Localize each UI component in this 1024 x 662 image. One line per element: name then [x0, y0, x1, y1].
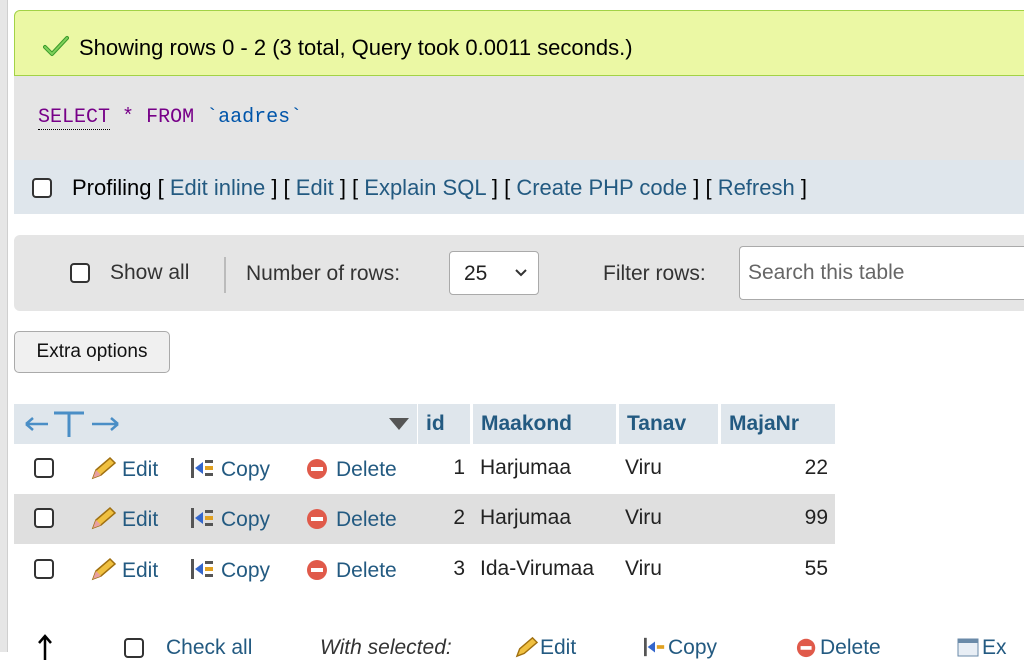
sql-star: *	[122, 106, 135, 129]
row-checkbox[interactable]	[34, 559, 54, 579]
left-panel-border	[7, 0, 8, 652]
pencil-icon	[91, 506, 117, 530]
cell-majanr[interactable]: 99	[721, 506, 828, 530]
edit-link[interactable]: Edit	[296, 175, 334, 200]
cell-tanav[interactable]: Viru	[625, 456, 662, 480]
pencil-icon	[91, 557, 117, 581]
number-of-rows-select[interactable]: 25	[449, 251, 539, 295]
pencil-icon	[91, 456, 117, 480]
table-row: Edit Copy Delete 3 Ida-Virumaa Viru 55	[14, 545, 835, 595]
success-message-text: Showing rows 0 - 2 (3 total, Query took …	[79, 35, 633, 60]
bulk-actions-bar: Check all With selected: Edit Copy Delet…	[14, 632, 1024, 662]
filter-rows-label: Filter rows:	[603, 262, 706, 285]
query-options-bar: Profiling [ Edit inline ] [ Edit ] [ Exp…	[14, 160, 1024, 214]
checkmark-icon	[43, 36, 69, 56]
row-delete-button[interactable]: Delete	[304, 557, 397, 583]
show-all-checkbox[interactable]	[70, 263, 90, 283]
cell-tanav[interactable]: Viru	[625, 506, 662, 530]
check-all-checkbox[interactable]	[124, 638, 144, 658]
row-checkbox[interactable]	[34, 508, 54, 528]
export-icon	[957, 638, 979, 657]
column-header-majanr[interactable]: MajaNr	[721, 404, 835, 444]
left-panel-edge	[0, 0, 7, 652]
nav-separator	[224, 257, 226, 293]
extra-options-button[interactable]: Extra options	[14, 331, 170, 373]
delete-icon	[307, 509, 327, 529]
search-table-input[interactable]	[739, 246, 1024, 300]
cell-id[interactable]: 3	[418, 557, 465, 581]
chevron-down-icon	[515, 269, 527, 277]
sql-table-name: `aadres`	[206, 106, 303, 129]
table-navigation-bar: Show all Number of rows: 25 Filter rows:	[14, 235, 1024, 311]
column-header-id[interactable]: id	[418, 404, 470, 444]
arrow-up-icon	[38, 634, 52, 660]
query-links: Profiling [ Edit inline ] [ Edit ] [ Exp…	[72, 175, 807, 200]
cell-id[interactable]: 1	[418, 456, 465, 480]
table-row: Edit Copy Delete 1 Harjumaa Viru 22	[14, 444, 835, 494]
header-actions-cell	[14, 404, 417, 444]
bulk-delete-button[interactable]: Delete	[794, 636, 881, 660]
show-all-label[interactable]: Show all	[110, 261, 189, 285]
edit-inline-link[interactable]: Edit inline	[170, 175, 265, 200]
row-copy-button[interactable]: Copy	[189, 557, 270, 583]
column-header-tanav[interactable]: Tanav	[619, 404, 718, 444]
number-of-rows-value: 25	[464, 262, 488, 285]
table-header: id Maakond Tanav MajaNr	[14, 404, 835, 444]
copy-insert-icon	[191, 508, 213, 528]
cell-maakond[interactable]: Ida-Virumaa	[480, 557, 594, 581]
row-edit-button[interactable]: Edit	[90, 506, 158, 532]
row-checkbox[interactable]	[34, 458, 54, 478]
cell-tanav[interactable]: Viru	[625, 557, 662, 581]
number-of-rows-label: Number of rows:	[246, 262, 401, 285]
sql-select-keyword[interactable]: SELECT	[38, 106, 111, 130]
check-all-link[interactable]: Check all	[166, 636, 252, 660]
row-edit-button[interactable]: Edit	[90, 456, 158, 482]
sql-query-box: SELECT * FROM `aadres`	[14, 76, 1024, 160]
with-selected-label: With selected:	[320, 636, 452, 659]
row-edit-button[interactable]: Edit	[90, 557, 158, 583]
row-copy-button[interactable]: Copy	[189, 456, 270, 482]
column-header-maakond[interactable]: Maakond	[473, 404, 616, 444]
bulk-edit-button[interactable]: Edit	[514, 636, 576, 660]
delete-icon	[307, 560, 327, 580]
cell-majanr[interactable]: 22	[721, 456, 828, 480]
delete-icon	[796, 638, 816, 658]
row-delete-button[interactable]: Delete	[304, 456, 397, 482]
create-php-code-link[interactable]: Create PHP code	[516, 175, 687, 200]
refresh-link[interactable]: Refresh	[718, 175, 795, 200]
column-arrows-icon[interactable]	[24, 410, 124, 438]
copy-insert-icon	[191, 559, 213, 579]
cell-maakond[interactable]: Harjumaa	[480, 456, 571, 480]
table-row: Edit Copy Delete 2 Harjumaa Viru 99	[14, 494, 835, 544]
pencil-icon	[515, 636, 539, 658]
delete-icon	[307, 459, 327, 479]
sql-query[interactable]: SELECT * FROM `aadres`	[38, 106, 303, 130]
profiling-checkbox[interactable]	[32, 178, 52, 198]
row-delete-button[interactable]: Delete	[304, 506, 397, 532]
sql-from-keyword: FROM	[146, 106, 195, 129]
copy-insert-icon	[644, 637, 665, 657]
cell-maakond[interactable]: Harjumaa	[480, 506, 571, 530]
bulk-copy-button[interactable]: Copy	[642, 636, 717, 660]
sort-dropdown-icon[interactable]	[388, 417, 410, 431]
success-message-banner: Showing rows 0 - 2 (3 total, Query took …	[14, 10, 1024, 76]
cell-id[interactable]: 2	[418, 506, 465, 530]
copy-insert-icon	[191, 458, 213, 478]
row-copy-button[interactable]: Copy	[189, 506, 270, 532]
bulk-export-button[interactable]: Ex	[956, 636, 1007, 660]
profiling-label[interactable]: Profiling	[72, 175, 151, 200]
cell-majanr[interactable]: 55	[721, 557, 828, 581]
explain-sql-link[interactable]: Explain SQL	[364, 175, 485, 200]
